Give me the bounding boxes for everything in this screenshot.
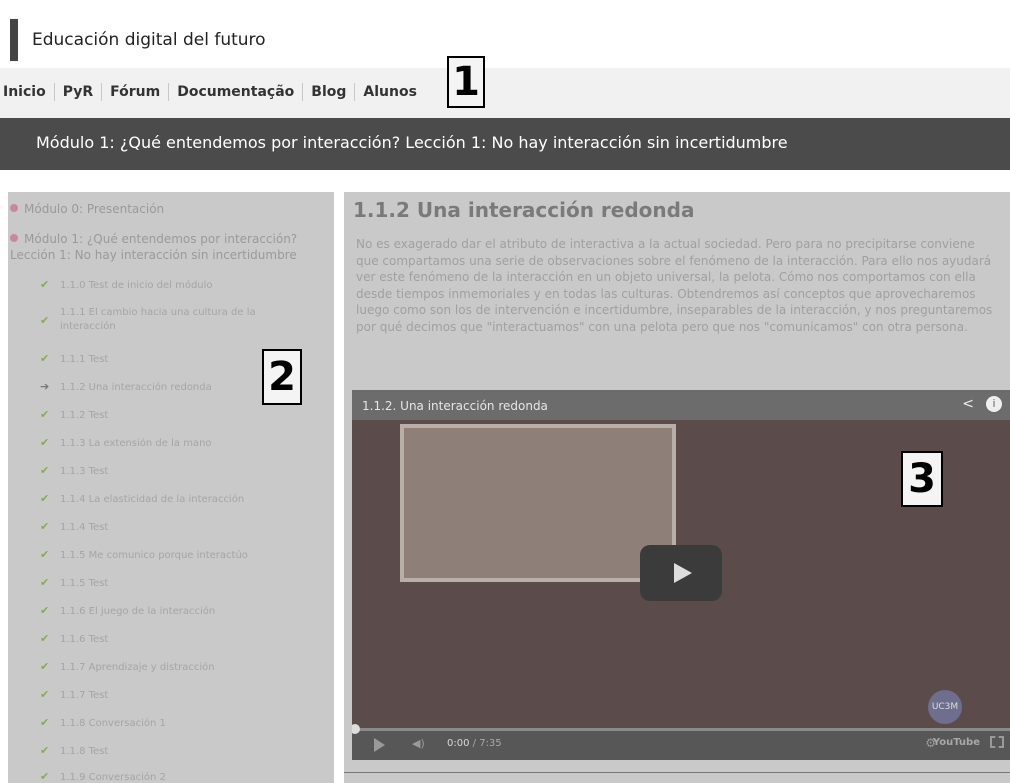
lesson-label: 1.1.9 Conversación 2 — [60, 772, 166, 783]
check-icon: ✔ — [40, 492, 50, 505]
lesson-label: 1.1.3 La extensión de la mano — [60, 438, 212, 449]
sidebar-lesson[interactable]: ✔ 1.1.6 Test — [40, 632, 108, 645]
check-icon: ✔ — [40, 744, 50, 757]
sidebar-lesson[interactable]: ✔ 1.1.5 Test — [40, 576, 108, 589]
arrow-circle-icon: ➔ — [40, 380, 50, 393]
lesson-paragraph: No es exagerado dar el atributo de inter… — [356, 237, 993, 334]
sidebar-lesson-current[interactable]: ➔ 1.1.2 Una interacción redonda — [40, 380, 212, 393]
sidebar-lesson[interactable]: ✔ 1.1.4 La elasticidad de la interacción — [40, 492, 244, 505]
play-control-icon[interactable] — [374, 738, 385, 752]
sidebar-lesson[interactable]: ✔ 1.1.1 El cambio hacia una cultura de la… — [40, 306, 290, 334]
module-title: Módulo 1: ¿Qué entendemos por interacció… — [36, 133, 788, 152]
check-icon: ✔ — [40, 520, 50, 533]
sidebar-lesson[interactable]: ✔ 1.1.3 La extensión de la mano — [40, 436, 212, 449]
site-title[interactable]: Educación digital del futuro — [32, 30, 266, 50]
lesson-label: 1.1.5 Me comunico porque interactúo — [60, 550, 248, 561]
callout-2: 2 — [262, 349, 302, 405]
lesson-label: 1.1.6 El juego de la interacción — [60, 606, 216, 617]
callout-1: 1 — [447, 56, 485, 108]
lesson-label: 1.1.8 Conversación 1 — [60, 718, 166, 729]
lesson-label: 1.1.1 Test — [60, 354, 109, 365]
nav-item-blog[interactable]: Blog — [303, 83, 356, 101]
video-title[interactable]: 1.1.2. Una interacción redonda — [362, 399, 548, 413]
check-icon: ✔ — [40, 604, 50, 617]
time-display: 0:00 / 7:35 — [447, 738, 502, 749]
content-divider — [344, 772, 1010, 773]
bullet-dot-icon — [10, 234, 18, 242]
fullscreen-icon[interactable] — [990, 736, 1004, 748]
sidebar-module-label: Módulo 1: ¿Qué entendemos por interacció… — [10, 232, 298, 262]
nav-item-inicio[interactable]: Inicio — [0, 83, 55, 101]
check-icon: ✔ — [40, 464, 50, 477]
check-icon: ✔ — [40, 660, 50, 673]
site-header: Educación digital del futuro — [0, 0, 1010, 68]
lesson-label: 1.1.4 La elasticidad de la interacción — [60, 494, 245, 505]
lesson-label: 1.1.2 Una interacción redonda — [60, 382, 212, 393]
progress-knob[interactable] — [352, 724, 360, 734]
nav-item-forum[interactable]: Fórum — [102, 83, 170, 101]
sidebar-lesson[interactable]: ✔ 1.1.8 Conversación 1 — [40, 716, 166, 729]
lesson-label: 1.1.7 Test — [60, 690, 109, 701]
main-nav: Inicio PyR Fórum Documentação Blog Aluno… — [0, 68, 1010, 118]
play-button[interactable] — [640, 545, 722, 601]
lesson-label: 1.1.2 Test — [60, 410, 109, 421]
video-controls: ◀) 0:00 / 7:35 ⚙ YouTube — [352, 724, 1010, 760]
lesson-label: 1.1.0 Test de inicio del módulo — [60, 280, 213, 291]
check-icon: ✔ — [40, 436, 50, 449]
sidebar-lesson[interactable]: ✔ 1.1.4 Test — [40, 520, 108, 533]
lesson-label: 1.1.1 El cambio hacia una cultura de la … — [60, 307, 256, 332]
video-inset-frame — [400, 424, 676, 582]
lesson-label: 1.1.3 Test — [60, 466, 109, 477]
info-icon[interactable]: i — [986, 396, 1002, 412]
sidebar-lesson[interactable]: ✔ 1.1.7 Test — [40, 688, 108, 701]
sidebar-lesson[interactable]: ✔ 1.1.8 Test — [40, 744, 108, 757]
volume-icon[interactable]: ◀) — [412, 737, 425, 750]
nav-list: Inicio PyR Fórum Documentação Blog Aluno… — [0, 83, 425, 101]
check-icon: ✔ — [40, 314, 50, 327]
check-icon: ✔ — [40, 352, 50, 365]
sidebar-module-label: Módulo 0: Presentación — [24, 202, 165, 216]
check-icon: ✔ — [40, 278, 50, 291]
callout-3: 3 — [901, 451, 943, 507]
lesson-label: 1.1.8 Test — [60, 746, 109, 757]
sidebar-lesson[interactable]: ✔ 1.1.5 Me comunico porque interactúo — [40, 548, 248, 561]
course-sidebar: Módulo 0: Presentación Módulo 1: ¿Qué en… — [8, 192, 334, 783]
module-title-bar: Módulo 1: ¿Qué entendemos por interacció… — [0, 118, 1010, 170]
check-icon: ✔ — [40, 716, 50, 729]
sidebar-module-0[interactable]: Módulo 0: Presentación — [10, 202, 164, 216]
sidebar-lesson[interactable]: ✔ 1.1.1 Test — [40, 352, 108, 365]
lesson-label: 1.1.7 Aprendizaje y distracción — [60, 662, 215, 673]
sidebar-lesson[interactable]: ✔ 1.1.2 Test — [40, 408, 108, 421]
video-title-bar: 1.1.2. Una interacción redonda < i — [352, 390, 1010, 420]
check-icon: ✔ — [40, 548, 50, 561]
check-icon: ✔ — [40, 408, 50, 421]
video-player[interactable]: 1.1.2. Una interacción redonda < i UC3M … — [352, 390, 1010, 760]
nav-item-pyr[interactable]: PyR — [55, 83, 103, 101]
sidebar-module-1[interactable]: Módulo 1: ¿Qué entendemos por interacció… — [10, 231, 334, 263]
lesson-label: 1.1.6 Test — [60, 634, 109, 645]
sidebar-lesson[interactable]: ✔ 1.1.6 El juego de la interacción — [40, 604, 215, 617]
lesson-label: 1.1.4 Test — [60, 522, 109, 533]
lesson-heading: 1.1.2 Una interacción redonda — [353, 198, 695, 222]
check-icon: ✔ — [40, 576, 50, 589]
current-time: 0:00 — [447, 738, 470, 749]
sidebar-lesson[interactable]: ✔ 1.1.0 Test de inicio del módulo — [40, 278, 213, 291]
sidebar-lesson[interactable]: ✔ 1.1.9 Conversación 2 — [40, 770, 166, 783]
check-icon: ✔ — [40, 770, 50, 783]
nav-item-documentacao[interactable]: Documentação — [169, 83, 304, 101]
sidebar-lesson[interactable]: ✔ 1.1.3 Test — [40, 464, 108, 477]
check-icon: ✔ — [40, 688, 50, 701]
duration: / 7:35 — [472, 738, 502, 749]
header-accent-bar — [10, 19, 18, 61]
progress-bar[interactable] — [352, 724, 1010, 734]
check-icon: ✔ — [40, 632, 50, 645]
share-icon[interactable]: < — [962, 396, 974, 412]
uc3m-logo: UC3M — [928, 690, 962, 724]
youtube-logo[interactable]: YouTube — [933, 737, 980, 748]
sidebar-lesson[interactable]: ✔ 1.1.7 Aprendizaje y distracción — [40, 660, 215, 673]
nav-item-alunos[interactable]: Alunos — [355, 83, 425, 101]
bullet-dot-icon — [10, 204, 18, 212]
lesson-label: 1.1.5 Test — [60, 578, 109, 589]
